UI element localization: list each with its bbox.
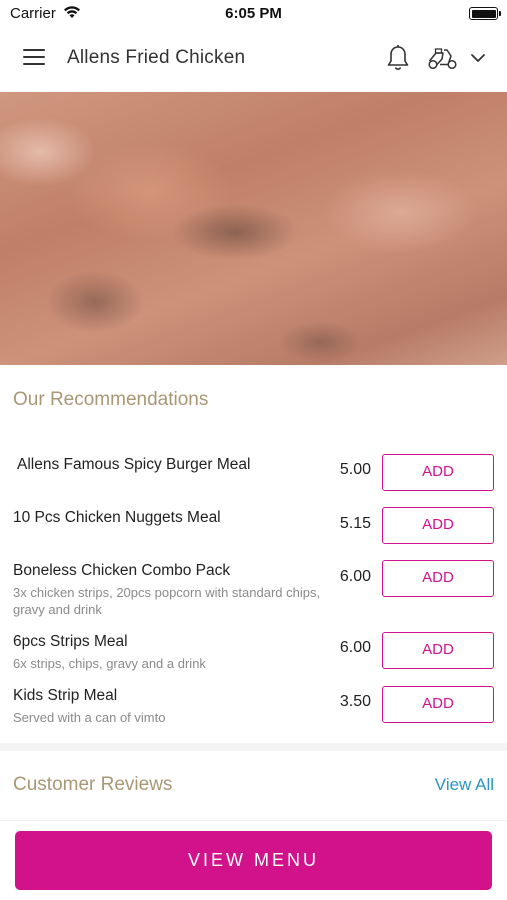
item-price: 5.00 bbox=[339, 461, 371, 478]
item-name: Allens Famous Spicy Burger Meal bbox=[17, 456, 251, 473]
battery-icon bbox=[469, 7, 501, 20]
item-price: 6.00 bbox=[339, 568, 371, 585]
app-header: Allens Fried Chicken bbox=[0, 28, 507, 92]
reviews-title: Customer Reviews bbox=[13, 774, 173, 795]
add-button[interactable]: ADD bbox=[382, 560, 494, 597]
item-price: 3.50 bbox=[339, 693, 371, 710]
item-name: Kids Strip Meal bbox=[13, 687, 118, 704]
add-button[interactable]: ADD bbox=[382, 454, 494, 491]
item-name: 6pcs Strips Meal bbox=[13, 633, 128, 650]
status-time: 6:05 PM bbox=[225, 5, 282, 22]
item-price: 5.15 bbox=[339, 515, 371, 532]
scooter-icon[interactable] bbox=[427, 48, 459, 70]
add-button[interactable]: ADD bbox=[382, 507, 494, 544]
item-name: Boneless Chicken Combo Pack bbox=[13, 562, 231, 579]
item-description: Served with a can of vimto bbox=[13, 710, 166, 725]
item-price: 6.00 bbox=[339, 639, 371, 656]
hero-image bbox=[0, 92, 507, 365]
item-name: 10 Pcs Chicken Nuggets Meal bbox=[13, 509, 221, 526]
item-description: 6x strips, chips, gravy and a drink bbox=[13, 656, 206, 671]
item-description: 3x chicken strips, 20pcs popcorn with st… bbox=[13, 585, 321, 617]
add-button[interactable]: ADD bbox=[382, 686, 494, 723]
section-divider bbox=[0, 743, 507, 751]
chevron-down-icon[interactable] bbox=[470, 51, 486, 63]
menu-icon[interactable] bbox=[23, 49, 45, 67]
recommendations-title: Our Recommendations bbox=[13, 389, 209, 410]
status-bar: Carrier 6:05 PM bbox=[0, 0, 507, 28]
add-button[interactable]: ADD bbox=[382, 632, 494, 669]
view-menu-button[interactable]: VIEW MENU bbox=[15, 831, 492, 890]
view-all-link[interactable]: View All bbox=[435, 775, 494, 795]
footer-divider bbox=[0, 820, 507, 821]
page-title: Allens Fried Chicken bbox=[67, 47, 246, 68]
bell-icon[interactable] bbox=[386, 44, 410, 72]
